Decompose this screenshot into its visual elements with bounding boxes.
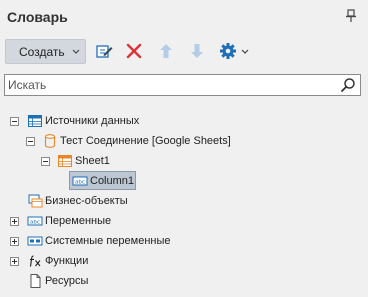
tree-node-label: Sheet1 — [75, 155, 110, 167]
svg-text:abc: abc — [75, 180, 85, 186]
expand-toggle[interactable] — [10, 217, 19, 226]
tree-node-label: Ресурсы — [45, 275, 89, 287]
tree-node-label: Источники данных — [45, 115, 140, 127]
variables-icon: abc — [27, 216, 43, 226]
resources-icon — [30, 274, 41, 288]
panel-header: Словарь — [0, 0, 368, 34]
system-variables-icon — [27, 236, 43, 246]
expand-toggle[interactable] — [10, 237, 19, 246]
column-text-icon: abc — [72, 176, 88, 186]
collapse-toggle[interactable] — [41, 157, 50, 166]
tree-node-resources[interactable]: Ресурсы — [0, 271, 368, 291]
database-icon — [44, 134, 56, 148]
collapse-toggle[interactable] — [10, 117, 19, 126]
search-icon[interactable] — [340, 77, 356, 93]
pin-icon[interactable] — [344, 8, 358, 24]
edit-icon[interactable] — [95, 42, 113, 60]
table-icon — [58, 155, 72, 167]
create-button-label: Создать — [19, 45, 65, 59]
tree-node-sheet[interactable]: Sheet1 — [0, 151, 368, 171]
tree-node-label: Тест Соединение [Google Sheets] — [60, 135, 231, 147]
toolbar: Создать — [0, 38, 368, 66]
tree-node-column[interactable]: abc Column1 — [0, 171, 368, 191]
move-down-icon[interactable] — [188, 42, 206, 60]
tree-node-label: Переменные — [45, 215, 112, 227]
svg-text:abc: abc — [30, 220, 40, 226]
move-up-icon[interactable] — [157, 42, 175, 60]
panel-title: Словарь — [7, 9, 68, 25]
delete-icon[interactable] — [125, 42, 143, 60]
tree-node-label: Бизнес-объекты — [45, 195, 128, 207]
tree-node-data-sources[interactable]: Источники данных — [0, 111, 368, 131]
search-input[interactable] — [8, 77, 328, 93]
create-button[interactable]: Создать — [5, 39, 86, 64]
expand-toggle[interactable] — [10, 257, 19, 266]
collapse-toggle[interactable] — [26, 137, 35, 146]
tree-node-functions[interactable]: Функции — [0, 251, 368, 271]
tree-node-business-objects[interactable]: Бизнес-объекты — [0, 191, 368, 211]
tree-node-label: Функции — [45, 255, 89, 267]
business-objects-icon — [28, 194, 43, 208]
tree-node-label: Column1 — [90, 175, 135, 187]
data-sources-icon — [28, 115, 42, 127]
search-box — [4, 74, 361, 96]
settings-chevron-down-icon[interactable] — [241, 49, 249, 55]
tree-node-system-variables[interactable]: Системные переменные — [0, 231, 368, 251]
tree-node-label: Системные переменные — [45, 235, 171, 247]
chevron-down-icon — [72, 49, 80, 54]
tree-node-connection[interactable]: Тест Соединение [Google Sheets] — [0, 131, 368, 151]
function-fx-icon — [29, 255, 41, 267]
tree-node-variables[interactable]: abc Переменные — [0, 211, 368, 231]
settings-gear-icon[interactable] — [219, 42, 237, 60]
